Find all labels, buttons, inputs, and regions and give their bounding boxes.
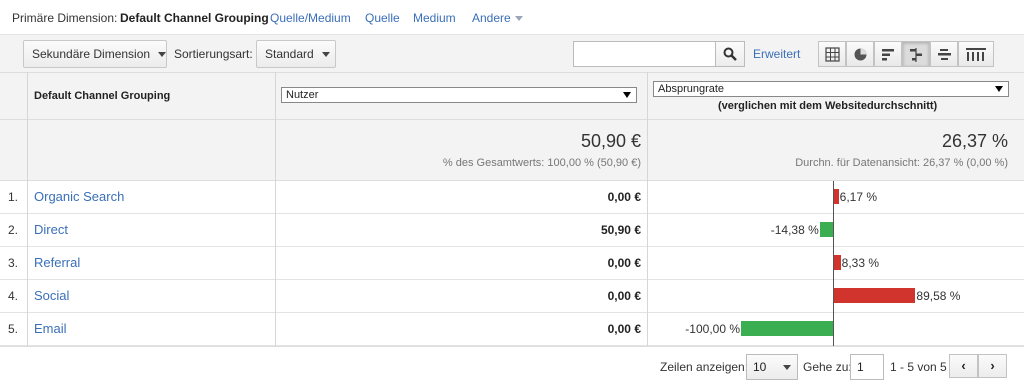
view-table-button[interactable] bbox=[818, 41, 846, 67]
column-divider bbox=[647, 72, 648, 346]
pie-chart-icon bbox=[854, 48, 867, 61]
column-divider bbox=[27, 72, 28, 346]
view-comparison-button[interactable] bbox=[902, 41, 930, 67]
table-header: Default Channel Grouping Nutzer Absprung… bbox=[0, 72, 1024, 120]
metric-value: 0,00 € bbox=[607, 256, 641, 270]
dimension-link-source-medium[interactable]: Quelle/Medium bbox=[270, 11, 351, 25]
metric-value: 0,00 € bbox=[607, 190, 641, 204]
view-pie-button[interactable] bbox=[846, 41, 874, 67]
advanced-filter-link[interactable]: Erweitert bbox=[753, 47, 800, 61]
view-pivot-button[interactable] bbox=[958, 41, 994, 67]
dimension-link-medium[interactable]: Medium bbox=[413, 11, 456, 25]
channel-link[interactable]: Direct bbox=[34, 222, 68, 237]
table-row: 1. Organic Search 0,00 € 6,17 % bbox=[0, 181, 1024, 214]
previous-page-button[interactable]: ‹ bbox=[949, 354, 978, 378]
table-toolbar: Sekundäre Dimension Sortierungsart: Stan… bbox=[0, 34, 1024, 72]
rows-per-page-value: 10 bbox=[753, 360, 767, 374]
comparison-zero-axis bbox=[833, 181, 834, 346]
page-range: 1 - 5 von 5 bbox=[890, 360, 947, 374]
comparison-bar bbox=[741, 321, 833, 336]
search-icon bbox=[723, 47, 737, 61]
rows-per-page-label: Zeilen anzeigen: bbox=[660, 360, 749, 374]
view-performance-button[interactable] bbox=[874, 41, 902, 67]
channel-link[interactable]: Email bbox=[34, 321, 67, 336]
table-row: 2. Direct 50,90 € -14,38 % bbox=[0, 214, 1024, 247]
row-index: 5. bbox=[8, 322, 19, 336]
row-index: 1. bbox=[8, 190, 19, 204]
comparison-subtitle: (verglichen mit dem Websitedurchschnitt) bbox=[718, 100, 938, 112]
comparison-select-value: Absprungrate bbox=[658, 83, 725, 95]
comparison-bar bbox=[833, 255, 841, 270]
next-page-button[interactable]: › bbox=[978, 354, 1007, 378]
comparison-value: 8,33 % bbox=[841, 256, 880, 270]
row-index: 2. bbox=[8, 223, 19, 237]
comparison-value: 6,17 % bbox=[839, 190, 878, 204]
row-index: 4. bbox=[8, 289, 19, 303]
dropdown-arrow-icon bbox=[995, 86, 1003, 92]
comparison-icon bbox=[910, 48, 922, 62]
table-row: 4. Social 0,00 € 89,58 % bbox=[0, 280, 1024, 313]
bar-list-icon bbox=[882, 49, 894, 61]
dimension-link-source[interactable]: Quelle bbox=[365, 11, 400, 25]
table-grid-icon bbox=[825, 47, 840, 62]
dimension-default-channel-grouping[interactable]: Default Channel Grouping bbox=[120, 11, 269, 25]
total-comparison-note: Durchn. für Datenansicht: 26,37 % (0,00 … bbox=[795, 157, 1008, 169]
comparison-metric-select[interactable]: Absprungrate bbox=[653, 81, 1009, 97]
channel-link[interactable]: Social bbox=[34, 288, 69, 303]
metric-value: 0,00 € bbox=[607, 322, 641, 336]
pagination-bar: Zeilen anzeigen: 10 Gehe zu: 1 1 - 5 von… bbox=[0, 346, 1024, 386]
goto-page-input[interactable]: 1 bbox=[850, 354, 884, 380]
chevron-down-icon bbox=[158, 52, 167, 58]
sort-type-select[interactable]: Standard bbox=[256, 40, 336, 68]
dimension-more-label: Andere bbox=[472, 11, 511, 25]
row-index: 3. bbox=[8, 256, 19, 270]
primary-dimension-label: Primäre Dimension: bbox=[12, 11, 118, 25]
comparison-value: -100,00 % bbox=[685, 322, 740, 336]
goto-label: Gehe zu: bbox=[803, 360, 852, 374]
view-term-cloud-button[interactable] bbox=[930, 41, 958, 67]
secondary-dimension-button[interactable]: Sekundäre Dimension bbox=[23, 40, 167, 68]
metric-select[interactable]: Nutzer bbox=[281, 87, 637, 103]
total-comparison-value: 26,37 % bbox=[941, 131, 1008, 151]
sort-type-value: Standard bbox=[265, 47, 314, 61]
column-divider bbox=[275, 72, 276, 346]
pivot-table-icon bbox=[966, 48, 986, 61]
total-metric-value: 50,90 € bbox=[580, 131, 641, 151]
chevron-down-icon bbox=[514, 16, 523, 22]
search-button[interactable] bbox=[715, 41, 745, 67]
comparison-bar bbox=[819, 222, 833, 237]
chevron-down-icon bbox=[321, 52, 330, 58]
secondary-dimension-label: Sekundäre Dimension bbox=[32, 47, 151, 61]
total-metric-note: % des Gesamtwerts: 100,00 % (50,90 €) bbox=[442, 157, 641, 169]
dimension-more-dropdown[interactable]: Andere bbox=[472, 11, 523, 25]
table-row: 3. Referral 0,00 € 8,33 % bbox=[0, 247, 1024, 280]
comparison-bar bbox=[833, 288, 916, 303]
primary-dimension-bar: Primäre Dimension: Default Channel Group… bbox=[0, 0, 1024, 34]
comparison-value: 89,58 % bbox=[916, 289, 961, 303]
metric-value: 0,00 € bbox=[607, 289, 641, 303]
table-row: 5. Email 0,00 € -100,00 % bbox=[0, 313, 1024, 346]
dropdown-arrow-icon bbox=[623, 92, 631, 98]
term-cloud-icon bbox=[938, 49, 951, 60]
chevron-down-icon bbox=[783, 365, 791, 370]
table-search-input[interactable] bbox=[573, 41, 716, 67]
sort-type-label: Sortierungsart: bbox=[174, 47, 253, 61]
metric-select-value: Nutzer bbox=[286, 89, 319, 101]
totals-row: 50,90 € % des Gesamtwerts: 100,00 % (50,… bbox=[0, 120, 1024, 181]
metric-value: 50,90 € bbox=[600, 223, 641, 237]
channel-link[interactable]: Organic Search bbox=[34, 189, 124, 204]
rows-per-page-select[interactable]: 10 bbox=[746, 354, 798, 380]
comparison-value: -14,38 % bbox=[770, 223, 819, 237]
column-header-dimension: Default Channel Grouping bbox=[34, 90, 171, 102]
channel-link[interactable]: Referral bbox=[34, 255, 80, 270]
